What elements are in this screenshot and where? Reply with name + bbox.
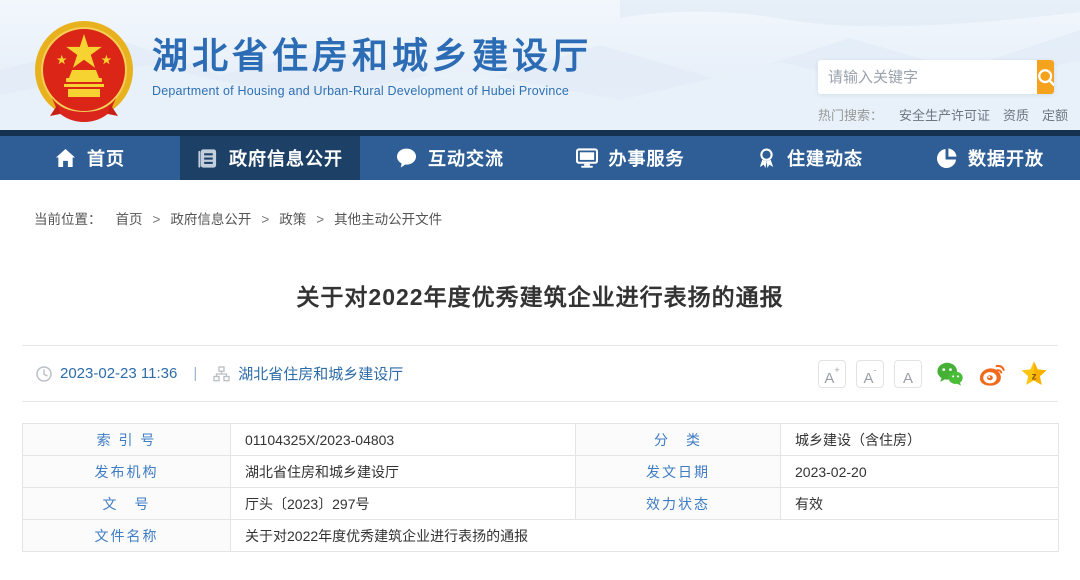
nav-item-label: 数据开放 [968,149,1044,169]
home-icon [55,148,76,168]
search-icon [1038,68,1054,86]
hot-search-link[interactable]: 资质 [1003,108,1029,123]
hot-search-link[interactable]: 安全生产许可证 [899,108,990,123]
main-navigation: 首页 政府信息公开 互动交流 办事服务 住建动态 数据开放 [0,136,1080,180]
org-icon [213,365,230,381]
chat-icon [396,148,417,168]
nav-item-news[interactable]: 住建动态 [720,136,900,180]
info-value-pub-date: 2023-02-20 [780,455,1059,488]
publish-date: 2023-02-23 11:36 [60,365,178,382]
info-label-doc-title: 文件名称 [22,519,231,552]
table-row: 文 号 厅头〔2023〕297号 效力状态 有效 [22,487,1059,520]
wechat-icon[interactable] [936,360,964,388]
article-meta-bar: 2023-02-23 11:36 | 湖北省住房和城乡建设厅 A+ A- A z [22,345,1058,402]
nav-item-open-data[interactable]: 数据开放 [900,136,1080,180]
info-value-index: 01104325X/2023-04803 [230,423,576,456]
hot-search-label: 热门搜索： [818,108,884,123]
article-tools: A+ A- A z [818,359,1048,388]
breadcrumb-item-policy[interactable]: 政策 [279,212,306,227]
info-value-validity: 有效 [780,487,1059,520]
site-title: 湖北省住房和城乡建设厅 [152,35,593,76]
info-label-pub-date: 发文日期 [575,455,781,488]
nav-item-label: 住建动态 [787,149,863,169]
site-subtitle: Department of Housing and Urban-Rural De… [152,83,570,98]
breadcrumb: 当前位置： 首页 > 政府信息公开 > 政策 > 其他主动公开文件 [34,208,1080,228]
badge-icon [759,148,774,168]
weibo-icon[interactable] [978,360,1006,388]
nav-item-home[interactable]: 首页 [0,136,180,180]
info-label-index: 索 引 号 [22,423,231,456]
site-header: 湖北省住房和城乡建设厅 Department of Housing and Ur… [0,0,1080,130]
hot-search-link[interactable]: 定额 [1042,108,1068,123]
nav-item-label: 首页 [87,149,125,169]
national-emblem-icon [35,21,133,122]
font-reset-button[interactable]: A [894,359,922,388]
svg-text:z: z [1031,371,1036,382]
info-value-doc-title: 关于对2022年度优秀建筑企业进行表扬的通报 [230,519,1059,552]
qzone-icon[interactable]: z [1020,360,1048,388]
clock-icon [36,365,52,382]
breadcrumb-label: 当前位置： [34,212,102,227]
nav-item-label: 办事服务 [608,149,685,169]
meta-divider: | [193,365,198,382]
document-icon [198,148,217,168]
source-org: 湖北省住房和城乡建设厅 [238,366,404,383]
site-logo-link[interactable] [0,0,140,130]
article-meta: 2023-02-23 11:36 | 湖北省住房和城乡建设厅 [36,363,403,384]
breadcrumb-item-gov-info[interactable]: 政府信息公开 [170,212,251,227]
nav-item-services[interactable]: 办事服务 [540,136,720,180]
table-row: 发布机构 湖北省住房和城乡建设厅 发文日期 2023-02-20 [22,455,1059,488]
nav-item-interaction[interactable]: 互动交流 [360,136,540,180]
info-label-validity: 效力状态 [575,487,781,520]
search-input[interactable] [818,60,1037,94]
breadcrumb-item-home[interactable]: 首页 [116,212,143,227]
search-area: 热门搜索： 安全生产许可证资质定额 [818,60,1068,124]
nav-item-label: 互动交流 [428,149,504,169]
breadcrumb-separator: > [261,212,270,227]
breadcrumb-separator: > [316,212,325,227]
hot-search-row: 热门搜索： 安全生产许可证 资质 定额 [818,105,1068,124]
info-value-doc-number: 厅头〔2023〕297号 [230,487,576,520]
font-increase-button[interactable]: A+ [818,359,846,388]
table-row: 索 引 号 01104325X/2023-04803 分 类 城乡建设（含住房） [22,423,1059,456]
info-label-doc-number: 文 号 [22,487,231,520]
site-brand: 湖北省住房和城乡建设厅 Department of Housing and Ur… [152,36,592,98]
page-title: 关于对2022年度优秀建筑企业进行表扬的通报 [296,284,784,310]
nav-item-gov-info[interactable]: 政府信息公开 [180,136,360,180]
info-label-category: 分 类 [575,423,781,456]
pie-chart-icon [937,147,957,168]
info-value-category: 城乡建设（含住房） [780,423,1059,456]
info-label-publisher: 发布机构 [22,455,231,488]
search-button[interactable] [1037,60,1054,94]
table-row: 文件名称 关于对2022年度优秀建筑企业进行表扬的通报 [22,519,1059,552]
font-decrease-button[interactable]: A- [856,359,884,388]
breadcrumb-separator: > [152,212,161,227]
monitor-icon [575,148,598,168]
nav-item-label: 政府信息公开 [229,149,343,169]
info-value-publisher: 湖北省住房和城乡建设厅 [230,455,576,488]
document-info-table: 索 引 号 01104325X/2023-04803 分 类 城乡建设（含住房）… [22,423,1059,552]
breadcrumb-item-other-docs[interactable]: 其他主动公开文件 [334,212,442,227]
